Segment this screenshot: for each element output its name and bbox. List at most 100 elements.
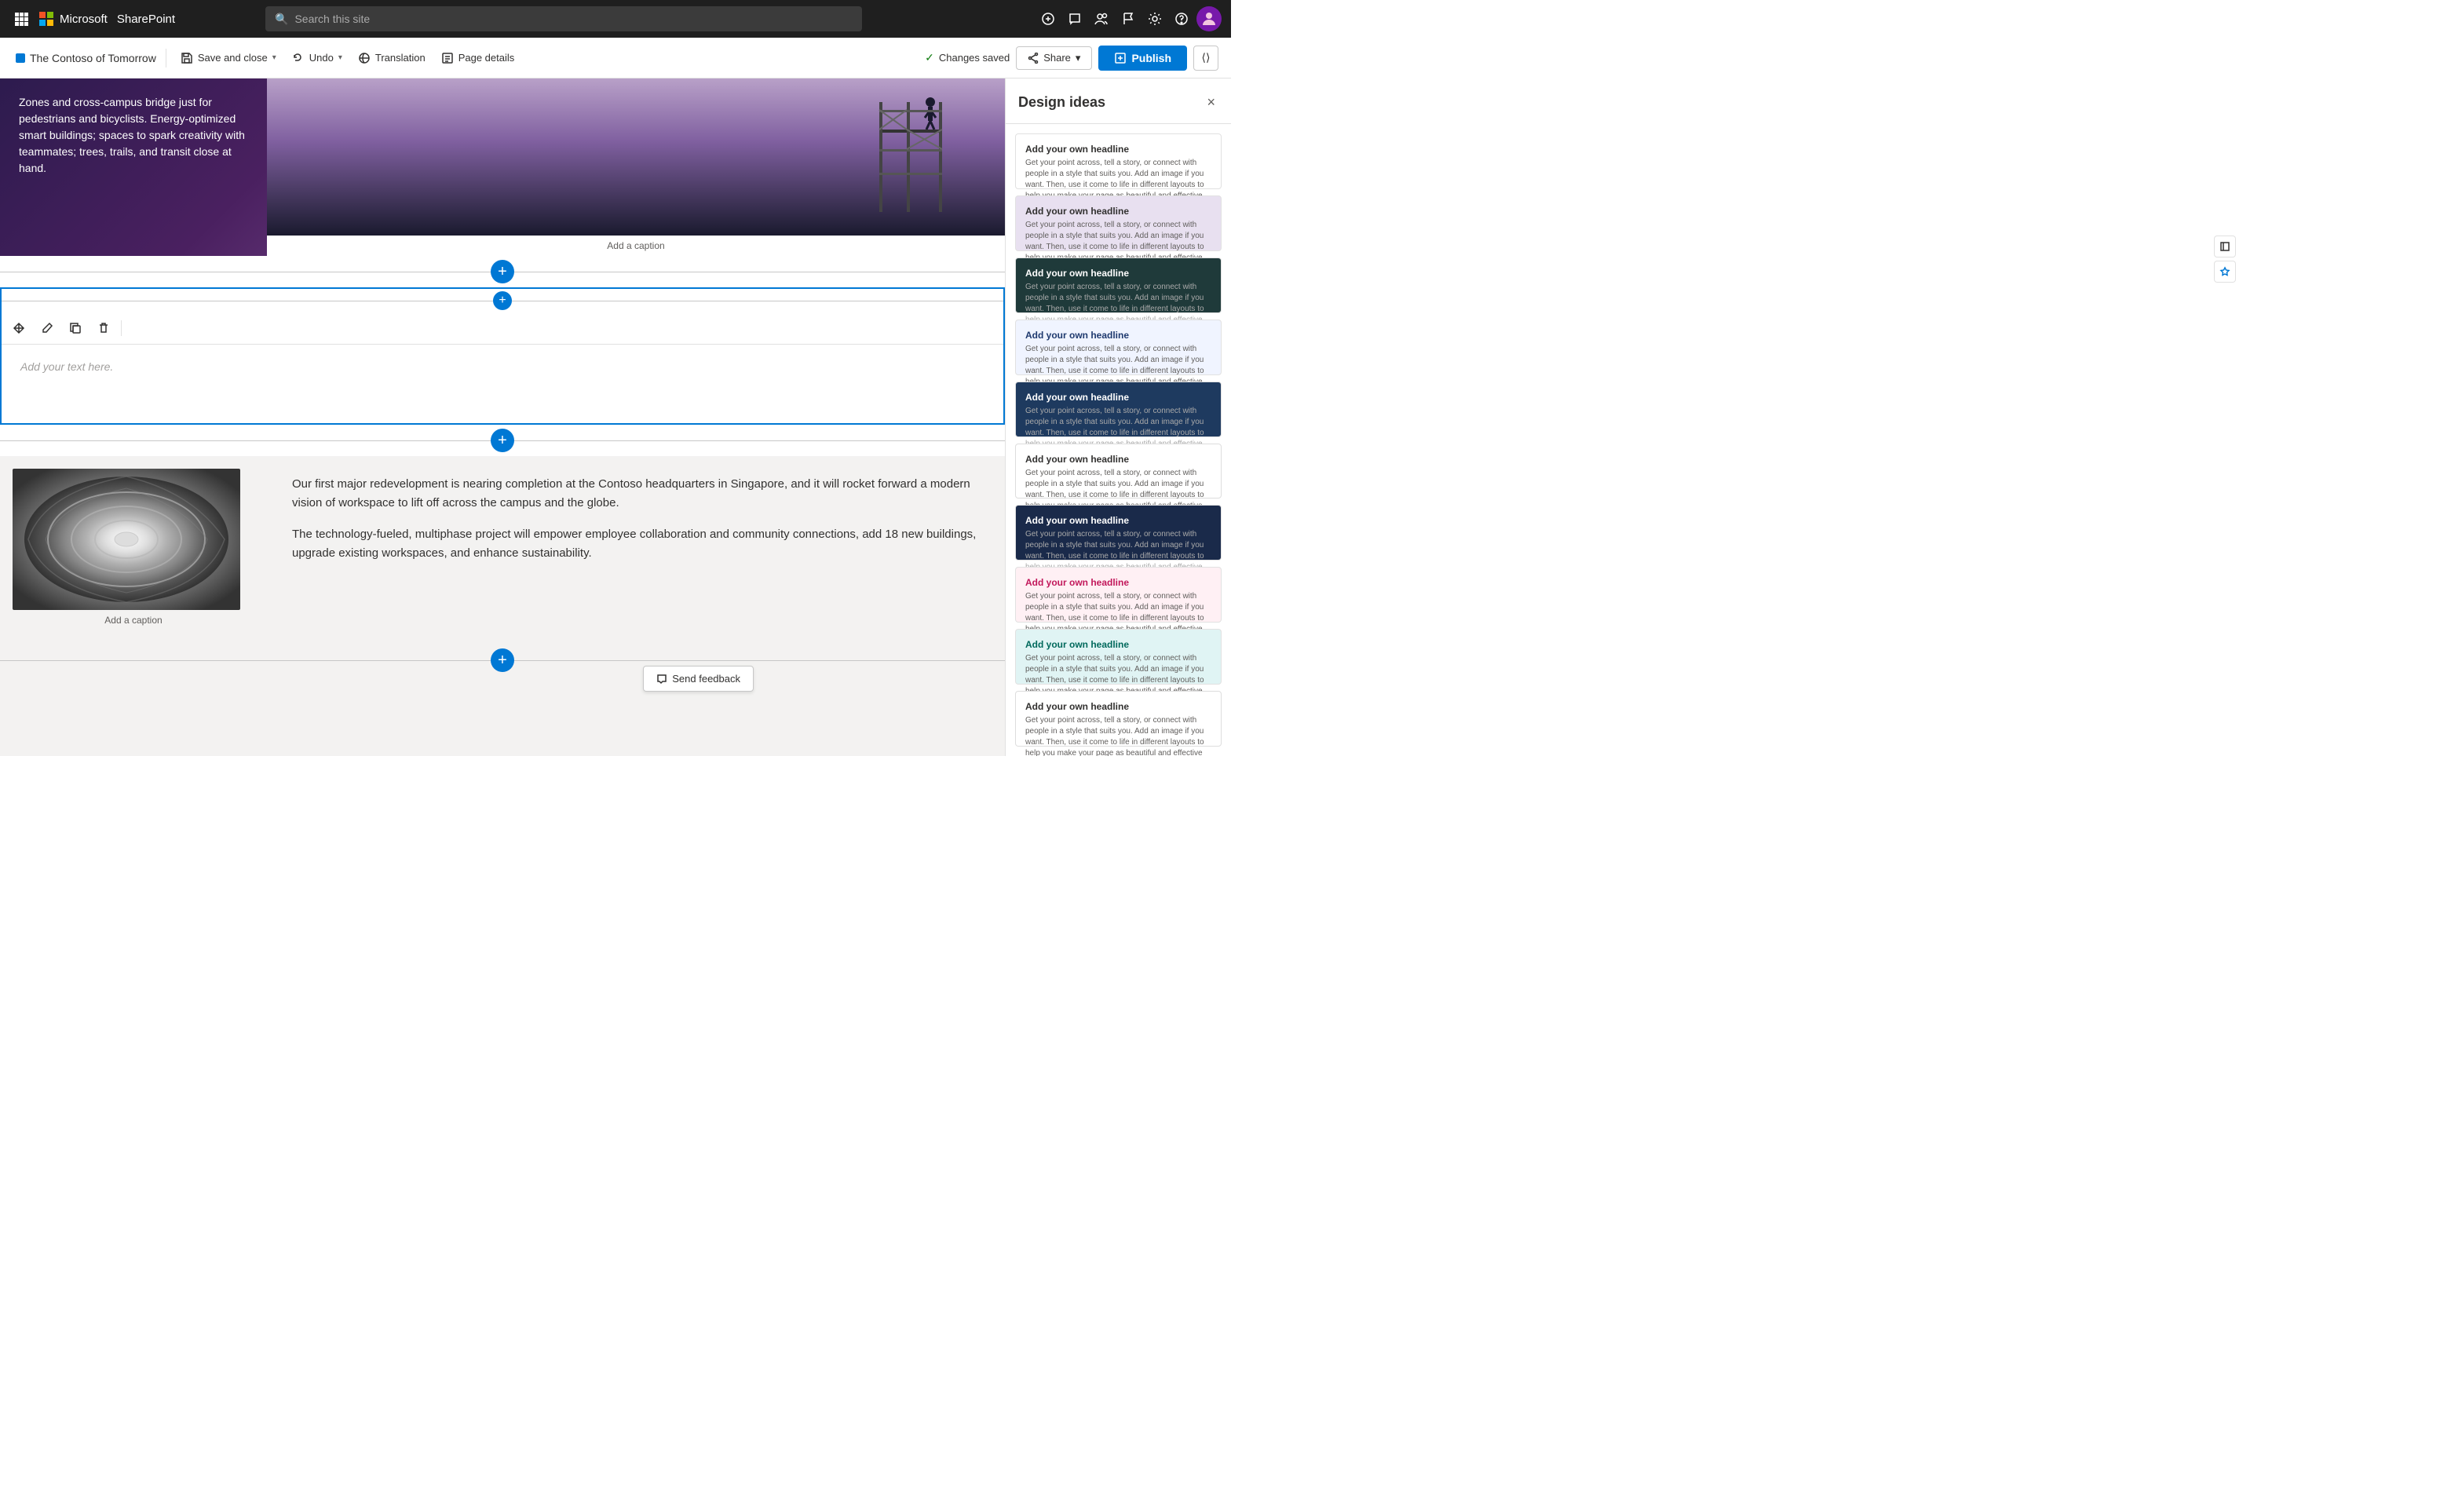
scaffold-illustration [864,86,958,212]
add-section-button-1[interactable]: + [491,260,514,283]
editor-content: Zones and cross-campus bridge just for p… [0,79,1005,707]
design-card-7[interactable]: Add your own headline Get your point acr… [1015,505,1222,561]
translation-button[interactable]: Translation [350,47,433,69]
card-8-title: Add your own headline [1025,577,1211,588]
settings-button[interactable] [1143,7,1167,31]
avatar[interactable] [1196,6,1222,31]
section-divider-1: + [0,256,1005,287]
save-close-button[interactable]: Save and close ▾ [173,47,284,69]
design-panel-header: Design ideas × [1006,79,1231,124]
page-details-button[interactable]: Page details [433,47,523,69]
design-panel-title: Design ideas [1018,94,1105,111]
design-card-5[interactable]: Add your own headline Get your point acr… [1015,382,1222,437]
design-card-4[interactable]: Add your own headline Get your point acr… [1015,320,1222,375]
undo-arrow: ▾ [338,53,342,62]
card-7-title: Add your own headline [1025,515,1211,526]
card-2-title: Add your own headline [1025,206,1211,217]
dark-section-right: Add a caption [267,79,1005,256]
apps-menu-button[interactable] [9,7,33,31]
toolbar-divider [121,320,122,336]
spiral-svg [13,469,240,610]
logo-grid [39,12,53,26]
microsoft-label: Microsoft [60,13,108,26]
col-caption[interactable]: Add a caption [13,610,254,630]
dark-section: Zones and cross-campus bridge just for p… [0,79,1005,256]
delete-tool[interactable] [93,317,115,339]
dark-section-left: Zones and cross-campus bridge just for p… [0,79,267,256]
chat-button[interactable] [1063,7,1087,31]
secondary-toolbar: The Contoso of Tomorrow Save and close ▾… [0,38,1231,79]
page-name: The Contoso of Tomorrow [30,52,156,64]
toolbar-left: The Contoso of Tomorrow Save and close ▾… [13,47,522,69]
design-card-8[interactable]: Add your own headline Get your point acr… [1015,567,1222,623]
feedback-icon [656,674,667,685]
search-input[interactable] [294,13,853,25]
card-10-subtitle: Get your point across, tell a story, or … [1025,715,1211,756]
design-card-1[interactable]: Add your own headline Get your point acr… [1015,133,1222,189]
feedback-container: Send feedback [0,676,1005,707]
add-section-button-inner[interactable]: + [493,291,512,310]
logo-blue [39,20,46,26]
save-close-arrow: ▾ [272,53,276,62]
col-right: Our first major redevelopment is nearing… [267,456,1005,645]
design-panel: Design ideas × Add your own headline Get… [1005,79,1231,756]
card-1-title: Add your own headline [1025,144,1211,155]
logo-yellow [47,20,53,26]
toolbar-right: ✓ Changes saved Share ▾ Publish ⟨⟩ [925,46,1218,71]
hero-image [267,79,1005,236]
design-panel-close-button[interactable]: × [1204,91,1218,114]
design-ideas-list: Add your own headline Get your point acr… [1006,124,1231,756]
microsoft-logo: Microsoft SharePoint [39,12,175,26]
share-arrow: ▾ [1076,52,1081,64]
card-3-title: Add your own headline [1025,268,1211,279]
paragraph-2: The technology-fueled, multiphase projec… [292,525,980,563]
add-section-button-2[interactable]: + [491,429,514,452]
section-divider-3: + [0,645,1005,676]
share-button[interactable]: Share ▾ [1016,46,1092,70]
design-card-9[interactable]: Add your own headline Get your point acr… [1015,629,1222,685]
page-indicator: The Contoso of Tomorrow [13,49,166,68]
spiral-inner [13,469,240,610]
edit-tool[interactable] [36,317,58,339]
design-card-10[interactable]: Add your own headline Get your point acr… [1015,691,1222,747]
logo-red [39,12,46,18]
send-feedback-button[interactable]: Send feedback [643,666,754,692]
top-navigation: Microsoft SharePoint 🔍 [0,0,1231,38]
nav-icon-group [1036,6,1222,31]
help-button[interactable] [1170,7,1193,31]
publish-button[interactable]: Publish [1098,46,1187,71]
card-9-title: Add your own headline [1025,639,1211,650]
flag-button[interactable] [1116,7,1140,31]
card-5-title: Add your own headline [1025,392,1211,403]
card-4-title: Add your own headline [1025,330,1211,341]
card-10-title: Add your own headline [1025,701,1211,712]
card-6-title: Add your own headline [1025,454,1211,465]
duplicate-tool[interactable] [64,317,86,339]
main-area: Zones and cross-campus bridge just for p… [0,79,1231,756]
design-card-6[interactable]: Add your own headline Get your point acr… [1015,444,1222,499]
search-icon: 🔍 [275,13,288,26]
col-left: Add a caption [0,456,267,645]
copilot-button[interactable] [1036,7,1060,31]
text-block-toolbar [2,312,1003,345]
two-col-section: Add a caption Our first major redevelopm… [0,456,1005,645]
move-tool[interactable] [8,317,30,339]
check-icon: ✓ [925,51,934,64]
editor-area[interactable]: Zones and cross-campus bridge just for p… [0,79,1005,756]
paragraph-1: Our first major redevelopment is nearing… [292,475,980,513]
image-caption-1[interactable]: Add a caption [267,236,1005,256]
collapse-button[interactable]: ⟨⟩ [1193,46,1218,71]
design-card-2[interactable]: Add your own headline Get your point acr… [1015,195,1222,251]
sharepoint-label: SharePoint [117,13,175,26]
section-divider-2: + [0,425,1005,456]
text-block-section: + [0,287,1005,425]
text-block-content[interactable]: Add your text here. [2,345,1003,423]
design-card-3[interactable]: Add your own headline Get your point acr… [1015,257,1222,313]
dark-section-text: Zones and cross-campus bridge just for p… [19,94,248,177]
add-section-button-3[interactable]: + [491,648,514,672]
search-bar[interactable]: 🔍 [265,6,862,31]
page-dot [16,53,25,63]
undo-button[interactable]: Undo ▾ [284,47,350,69]
logo-green [47,12,53,18]
people-button[interactable] [1090,7,1113,31]
